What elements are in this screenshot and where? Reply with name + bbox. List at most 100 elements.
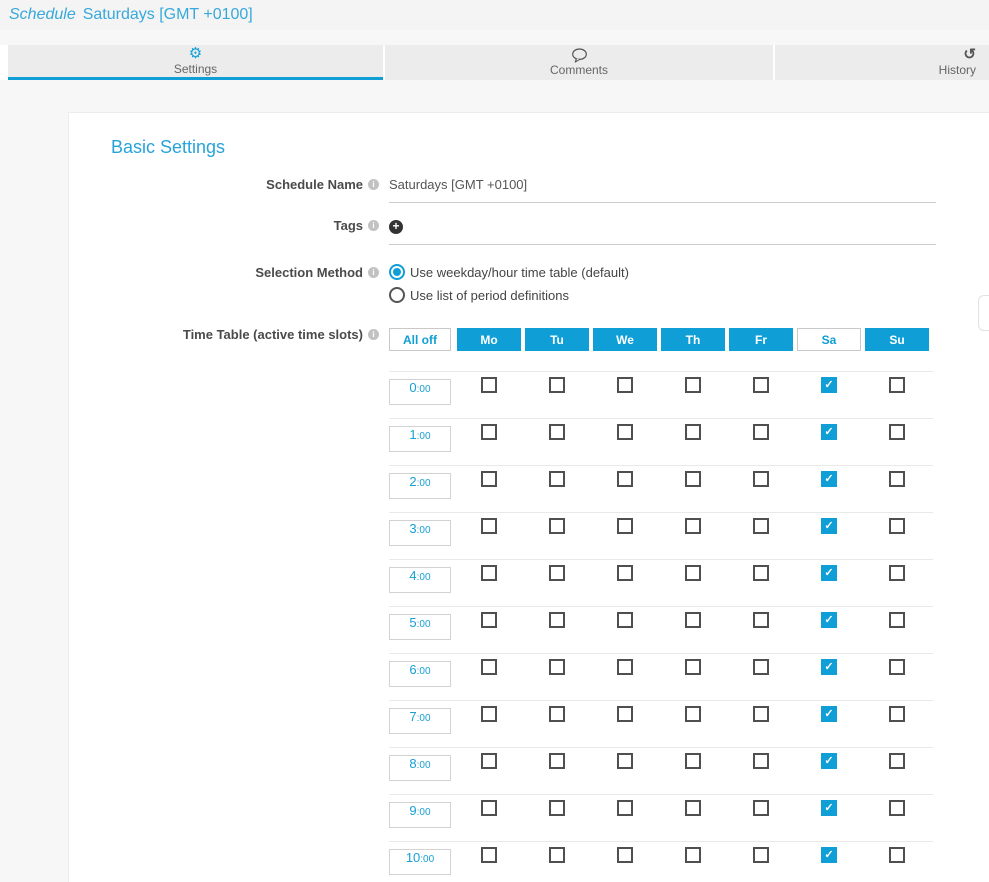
timeslot-checkbox-th-4-00[interactable] — [685, 565, 701, 581]
tab-comments[interactable]: Comments — [385, 45, 773, 80]
timeslot-checkbox-we-9-00[interactable] — [617, 800, 633, 816]
timeslot-checkbox-su-2-00[interactable] — [889, 471, 905, 487]
timeslot-checkbox-th-5-00[interactable] — [685, 612, 701, 628]
selection-method-option-1[interactable]: Use list of period definitions — [389, 287, 629, 303]
timeslot-checkbox-fr-5-00[interactable] — [753, 612, 769, 628]
timeslot-checkbox-tu-5-00[interactable] — [549, 612, 565, 628]
timeslot-checkbox-sa-8-00[interactable]: ✓ — [821, 753, 837, 769]
timeslot-checkbox-we-1-00[interactable] — [617, 424, 633, 440]
timeslot-checkbox-sa-2-00[interactable]: ✓ — [821, 471, 837, 487]
timeslot-checkbox-tu-6-00[interactable] — [549, 659, 565, 675]
selection-method-option-0[interactable]: Use weekday/hour time table (default) — [389, 264, 629, 280]
timeslot-checkbox-sa-3-00[interactable]: ✓ — [821, 518, 837, 534]
timeslot-checkbox-tu-1-00[interactable] — [549, 424, 565, 440]
timeslot-checkbox-fr-9-00[interactable] — [753, 800, 769, 816]
timeslot-checkbox-su-9-00[interactable] — [889, 800, 905, 816]
timeslot-checkbox-fr-0-00[interactable] — [753, 377, 769, 393]
timeslot-checkbox-th-2-00[interactable] — [685, 471, 701, 487]
hour-button-3-00[interactable]: 3:00 — [389, 520, 451, 546]
timeslot-checkbox-mo-2-00[interactable] — [481, 471, 497, 487]
timeslot-checkbox-we-5-00[interactable] — [617, 612, 633, 628]
timeslot-checkbox-we-8-00[interactable] — [617, 753, 633, 769]
timeslot-checkbox-sa-10-00[interactable]: ✓ — [821, 847, 837, 863]
timeslot-checkbox-we-6-00[interactable] — [617, 659, 633, 675]
radio-selected-icon[interactable] — [389, 264, 405, 280]
day-button-mo[interactable]: Mo — [457, 328, 521, 351]
timeslot-checkbox-tu-3-00[interactable] — [549, 518, 565, 534]
timeslot-checkbox-fr-4-00[interactable] — [753, 565, 769, 581]
timeslot-checkbox-tu-9-00[interactable] — [549, 800, 565, 816]
timeslot-checkbox-mo-10-00[interactable] — [481, 847, 497, 863]
timeslot-checkbox-mo-3-00[interactable] — [481, 518, 497, 534]
timeslot-checkbox-su-10-00[interactable] — [889, 847, 905, 863]
timeslot-checkbox-th-10-00[interactable] — [685, 847, 701, 863]
timeslot-checkbox-sa-9-00[interactable]: ✓ — [821, 800, 837, 816]
hour-button-2-00[interactable]: 2:00 — [389, 473, 451, 499]
timeslot-checkbox-sa-5-00[interactable]: ✓ — [821, 612, 837, 628]
timeslot-checkbox-su-7-00[interactable] — [889, 706, 905, 722]
timeslot-checkbox-we-3-00[interactable] — [617, 518, 633, 534]
timeslot-checkbox-su-1-00[interactable] — [889, 424, 905, 440]
timeslot-checkbox-su-3-00[interactable] — [889, 518, 905, 534]
timeslot-checkbox-mo-7-00[interactable] — [481, 706, 497, 722]
info-icon[interactable]: i — [368, 329, 379, 340]
timeslot-checkbox-tu-2-00[interactable] — [549, 471, 565, 487]
timeslot-checkbox-fr-3-00[interactable] — [753, 518, 769, 534]
timeslot-checkbox-tu-4-00[interactable] — [549, 565, 565, 581]
side-panel-handle[interactable] — [978, 295, 989, 331]
timeslot-checkbox-su-6-00[interactable] — [889, 659, 905, 675]
hour-button-1-00[interactable]: 1:00 — [389, 426, 451, 452]
timeslot-checkbox-sa-1-00[interactable]: ✓ — [821, 424, 837, 440]
timeslot-checkbox-sa-4-00[interactable]: ✓ — [821, 565, 837, 581]
timeslot-checkbox-sa-6-00[interactable]: ✓ — [821, 659, 837, 675]
timeslot-checkbox-we-4-00[interactable] — [617, 565, 633, 581]
timeslot-checkbox-fr-7-00[interactable] — [753, 706, 769, 722]
timeslot-checkbox-th-6-00[interactable] — [685, 659, 701, 675]
day-button-tu[interactable]: Tu — [525, 328, 589, 351]
timeslot-checkbox-su-5-00[interactable] — [889, 612, 905, 628]
day-button-sa[interactable]: Sa — [797, 328, 861, 351]
hour-button-10-00[interactable]: 10:00 — [389, 849, 451, 875]
day-button-th[interactable]: Th — [661, 328, 725, 351]
timeslot-checkbox-su-4-00[interactable] — [889, 565, 905, 581]
timeslot-checkbox-we-10-00[interactable] — [617, 847, 633, 863]
timeslot-checkbox-fr-10-00[interactable] — [753, 847, 769, 863]
timeslot-checkbox-fr-1-00[interactable] — [753, 424, 769, 440]
hour-button-4-00[interactable]: 4:00 — [389, 567, 451, 593]
hour-button-6-00[interactable]: 6:00 — [389, 661, 451, 687]
timeslot-checkbox-sa-0-00[interactable]: ✓ — [821, 377, 837, 393]
hour-button-8-00[interactable]: 8:00 — [389, 755, 451, 781]
timeslot-checkbox-mo-5-00[interactable] — [481, 612, 497, 628]
day-button-su[interactable]: Su — [865, 328, 929, 351]
timeslot-checkbox-tu-0-00[interactable] — [549, 377, 565, 393]
tab-history[interactable]: ↺ History — [775, 45, 989, 80]
timeslot-checkbox-mo-8-00[interactable] — [481, 753, 497, 769]
schedule-name-input[interactable]: Saturdays [GMT +0100] — [389, 174, 936, 203]
hour-button-5-00[interactable]: 5:00 — [389, 614, 451, 640]
timeslot-checkbox-we-0-00[interactable] — [617, 377, 633, 393]
timeslot-checkbox-mo-4-00[interactable] — [481, 565, 497, 581]
timeslot-checkbox-we-7-00[interactable] — [617, 706, 633, 722]
hour-button-9-00[interactable]: 9:00 — [389, 802, 451, 828]
info-icon[interactable]: i — [368, 179, 379, 190]
timeslot-checkbox-th-1-00[interactable] — [685, 424, 701, 440]
timeslot-checkbox-fr-2-00[interactable] — [753, 471, 769, 487]
timeslot-checkbox-tu-8-00[interactable] — [549, 753, 565, 769]
tab-settings[interactable]: ⚙ Settings — [8, 45, 383, 80]
day-button-we[interactable]: We — [593, 328, 657, 351]
timeslot-checkbox-fr-6-00[interactable] — [753, 659, 769, 675]
timeslot-checkbox-mo-9-00[interactable] — [481, 800, 497, 816]
timeslot-checkbox-fr-8-00[interactable] — [753, 753, 769, 769]
info-icon[interactable]: i — [368, 267, 379, 278]
timeslot-checkbox-th-9-00[interactable] — [685, 800, 701, 816]
timeslot-checkbox-tu-7-00[interactable] — [549, 706, 565, 722]
add-tag-button[interactable]: + — [389, 220, 403, 234]
hour-button-7-00[interactable]: 7:00 — [389, 708, 451, 734]
timeslot-checkbox-th-7-00[interactable] — [685, 706, 701, 722]
timeslot-checkbox-tu-10-00[interactable] — [549, 847, 565, 863]
timeslot-checkbox-th-8-00[interactable] — [685, 753, 701, 769]
day-button-fr[interactable]: Fr — [729, 328, 793, 351]
timeslot-checkbox-th-3-00[interactable] — [685, 518, 701, 534]
timeslot-checkbox-th-0-00[interactable] — [685, 377, 701, 393]
timeslot-checkbox-mo-0-00[interactable] — [481, 377, 497, 393]
